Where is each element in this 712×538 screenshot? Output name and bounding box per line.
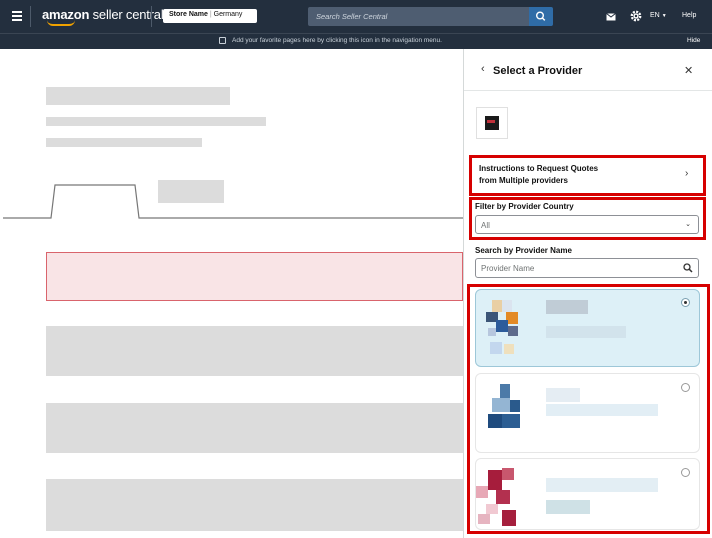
provider-name [546, 388, 580, 402]
chevron-down-icon: ▼ [661, 13, 667, 19]
placeholder-block [46, 479, 463, 531]
brand-suffix: seller central [92, 7, 164, 22]
instructions-line1: Instructions to Request Quotes [479, 164, 599, 173]
chevron-right-icon: › [685, 168, 689, 179]
search-icon[interactable] [683, 263, 693, 273]
logo-accent [487, 120, 495, 123]
help-link[interactable]: Help [682, 12, 696, 19]
provider-details [546, 326, 626, 338]
back-icon[interactable]: ‹ [481, 63, 485, 75]
favorites-message: Add your favorite pages here by clicking… [232, 37, 442, 44]
provider-logo [474, 466, 534, 528]
provider-search-input[interactable]: Provider Name [475, 258, 699, 278]
provider-details [546, 404, 658, 416]
store-separator: | [209, 11, 212, 18]
provider-search-placeholder: Provider Name [481, 264, 535, 273]
nav-divider [151, 6, 152, 27]
placeholder-line [46, 117, 266, 126]
filter-label: Filter by Provider Country [475, 202, 574, 211]
logo-mark [485, 116, 499, 130]
placeholder-line [46, 138, 202, 147]
language-selector[interactable]: EN ▼ [650, 12, 667, 19]
country-select-value: All [481, 221, 490, 230]
country-select[interactable]: All ⌄ [475, 215, 699, 234]
radio-button[interactable] [681, 468, 690, 477]
search-input[interactable]: Search Seller Central [308, 7, 529, 26]
page-content [3, 49, 463, 538]
close-icon[interactable]: ✕ [684, 64, 693, 77]
provider-details [546, 500, 590, 514]
provider-logo [486, 298, 536, 358]
search-label: Search by Provider Name [475, 246, 572, 255]
menu-icon[interactable] [12, 11, 22, 21]
placeholder-title [46, 87, 230, 105]
chevron-down-icon: ⌄ [685, 221, 691, 228]
gear-icon[interactable] [630, 10, 642, 22]
top-nav-bar: amazon seller central Store Name | Germa… [0, 0, 712, 33]
hide-link[interactable]: Hide [687, 37, 700, 44]
store-name: Store Name [169, 11, 208, 18]
provider-name [546, 478, 658, 492]
store-switcher[interactable]: Store Name | Germany [163, 9, 257, 23]
placeholder-block [46, 403, 463, 453]
provider-name [546, 300, 588, 314]
search-icon [535, 11, 546, 21]
panel-title: Select a Provider [493, 65, 583, 77]
bookmark-icon [219, 37, 226, 44]
provider-logo [486, 384, 536, 434]
nav-divider [30, 6, 31, 27]
radio-button[interactable] [681, 383, 690, 392]
panel-divider [464, 90, 712, 91]
search-button[interactable] [529, 7, 553, 26]
brand-smile-icon [47, 20, 75, 26]
placeholder-tab[interactable] [158, 180, 224, 203]
instructions-line2: from Multiple providers [479, 176, 568, 185]
store-country: Germany [213, 11, 243, 18]
mail-icon[interactable] [606, 12, 616, 21]
tab-outline [3, 184, 463, 219]
radio-button[interactable] [681, 298, 690, 307]
placeholder-alert [46, 252, 463, 301]
placeholder-block [46, 326, 463, 376]
provider-logo [476, 107, 508, 139]
language-label: EN [650, 12, 660, 19]
